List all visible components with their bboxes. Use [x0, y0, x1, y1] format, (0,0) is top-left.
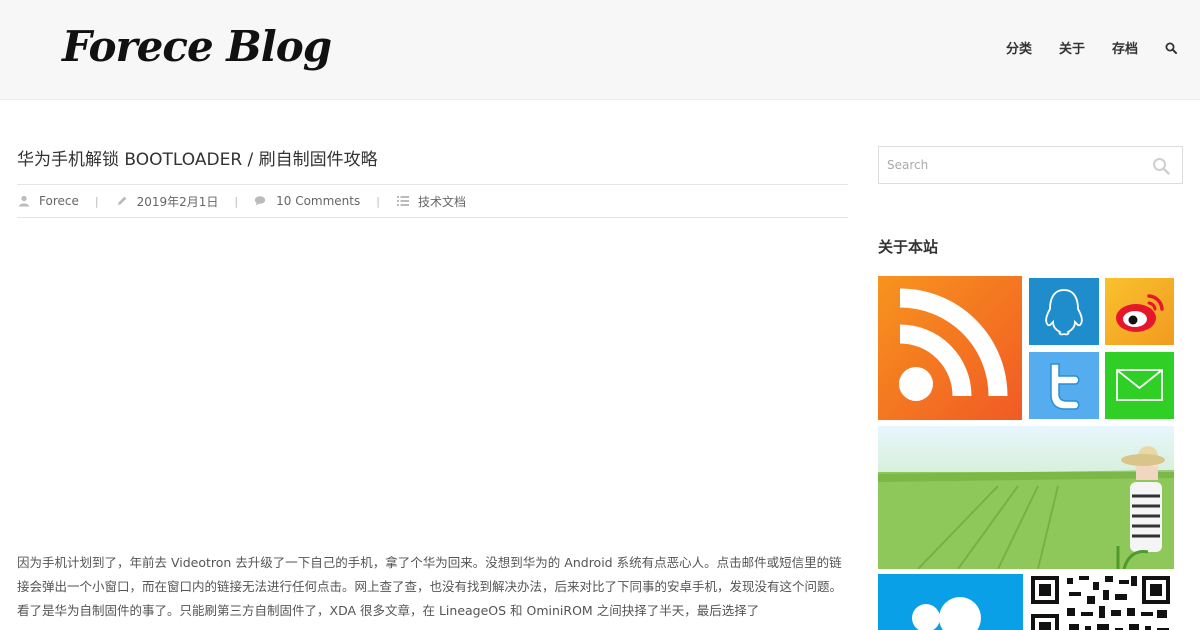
twitter-icon [1050, 363, 1080, 410]
user-icon [17, 194, 31, 208]
rss-tile[interactable] [878, 276, 1022, 420]
search-input[interactable] [879, 147, 1139, 183]
post-comments[interactable]: 10 Comments [254, 194, 360, 208]
mail-icon [1116, 369, 1163, 401]
site-logo[interactable]: Forece Blog [62, 22, 332, 71]
nav-item-archive[interactable]: 存档 [1112, 38, 1138, 57]
post-date: 2019年2月1日 [115, 193, 219, 210]
date-text: 2019年2月1日 [136, 194, 219, 209]
mail-tile[interactable] [1105, 352, 1174, 419]
sidebar: 关于本站 [878, 146, 1183, 630]
search-icon[interactable] [1152, 157, 1170, 175]
qq-tile[interactable] [1029, 278, 1099, 345]
author-name: Forece [39, 194, 79, 208]
comments-count: 10 Comments [276, 194, 361, 208]
about-site-title: 关于本站 [878, 238, 939, 256]
pencil-icon [115, 194, 129, 208]
post-author[interactable]: Forece [17, 194, 79, 208]
field-photo-image [878, 446, 1174, 569]
twitter-tile[interactable] [1029, 352, 1099, 419]
main-content: 华为手机解锁 BOOTLOADER / 刷自制固件攻略 Forece | 201… [17, 146, 848, 618]
site-header: Forece Blog 分类 关于 存档 [0, 0, 1200, 100]
sidebar-search [878, 146, 1183, 184]
blue-tile[interactable] [878, 574, 1023, 630]
weibo-tile[interactable] [1105, 278, 1174, 345]
qq-penguin-icon [1045, 289, 1083, 336]
post-category[interactable]: 技术文档 [396, 193, 466, 210]
about-tiles [878, 276, 1174, 630]
list-icon [396, 194, 410, 208]
meta-separator: | [234, 194, 239, 208]
scenery-photo-tile [878, 426, 1174, 569]
post-body-text: 因为手机计划到了，年前去 Videotron 去升级了一下自己的手机，拿了个华为… [17, 555, 843, 618]
search-icon[interactable] [1165, 40, 1178, 56]
post-meta: Forece | 2019年2月1日 | 10 Comments | 技术文档 [17, 185, 848, 218]
comments-icon [254, 194, 268, 208]
nav-item-about[interactable]: 关于 [1059, 38, 1085, 57]
main-nav: 分类 关于 存档 [979, 38, 1178, 57]
post-title[interactable]: 华为手机解锁 BOOTLOADER / 刷自制固件攻略 [17, 146, 848, 185]
qr-code-tile [1029, 574, 1174, 630]
nav-item-category[interactable]: 分类 [1006, 38, 1032, 57]
category-name: 技术文档 [417, 194, 466, 209]
meta-separator: | [94, 194, 99, 208]
rss-icon [899, 288, 1008, 401]
qr-code-icon [1031, 576, 1170, 630]
weibo-icon [1116, 294, 1164, 332]
meta-separator: | [376, 194, 380, 208]
